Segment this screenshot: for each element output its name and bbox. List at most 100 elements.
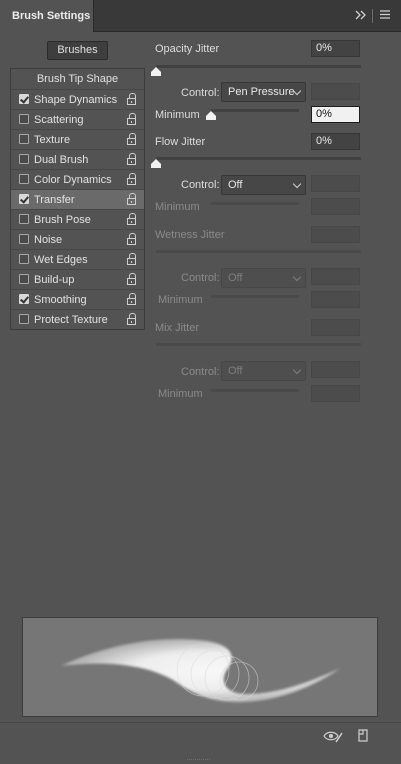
new-document-icon[interactable] xyxy=(357,729,369,745)
checkbox[interactable] xyxy=(19,314,29,324)
sidebar-item-build-up[interactable]: Build-up xyxy=(11,269,144,290)
mix-control-extra-field xyxy=(311,361,360,378)
mix-control-label: Control: xyxy=(181,366,220,378)
flow-control-label: Control: xyxy=(181,179,220,191)
opacity-jitter-slider[interactable] xyxy=(156,65,361,68)
flow-control-select[interactable]: Off xyxy=(221,175,306,195)
sidebar-item-transfer[interactable]: Transfer xyxy=(11,189,144,210)
mix-control-select: Off xyxy=(221,361,306,381)
wetness-jitter-label: Wetness Jitter xyxy=(155,229,225,241)
flow-jitter-slider-thumb[interactable] xyxy=(151,159,161,168)
lock-icon[interactable] xyxy=(127,293,138,306)
wetness-minimum-slider xyxy=(211,295,299,298)
mix-control-value: Off xyxy=(228,365,243,377)
wetness-control-value: Off xyxy=(228,272,243,284)
flow-jitter-slider[interactable] xyxy=(156,157,361,160)
flow-jitter-label: Flow Jitter xyxy=(155,136,206,148)
opacity-minimum-slider[interactable] xyxy=(211,109,299,112)
lock-icon[interactable] xyxy=(127,253,138,266)
checkbox[interactable] xyxy=(19,114,29,124)
mix-jitter-field xyxy=(311,319,360,336)
lock-icon[interactable] xyxy=(127,213,138,226)
sidebar-item-wet-edges[interactable]: Wet Edges xyxy=(11,249,144,270)
opacity-jitter-label: Opacity Jitter xyxy=(155,43,220,55)
sidebar-item-scattering[interactable]: Scattering xyxy=(11,109,144,130)
flow-control-value: Off xyxy=(228,179,243,191)
brush-stroke-preview xyxy=(22,617,378,717)
sidebar-item-shape-dynamics[interactable]: Shape Dynamics xyxy=(11,89,144,110)
lock-icon[interactable] xyxy=(127,153,138,166)
mix-jitter-label: Mix Jitter xyxy=(155,322,199,334)
sidebar-item-label: Scattering xyxy=(34,114,84,126)
checkbox[interactable] xyxy=(19,274,29,284)
wetness-control-label: Control: xyxy=(181,272,220,284)
sidebar-item-label: Shape Dynamics xyxy=(34,94,118,106)
lock-icon[interactable] xyxy=(127,193,138,206)
checkbox[interactable] xyxy=(19,254,29,264)
opacity-jitter-slider-thumb[interactable] xyxy=(151,67,161,76)
sidebar-item-label: Smoothing xyxy=(34,294,87,306)
lock-icon[interactable] xyxy=(127,133,138,146)
opacity-jitter-field[interactable]: 0% xyxy=(311,40,360,57)
sidebar-item-label: Color Dynamics xyxy=(34,174,112,186)
chevron-down-icon xyxy=(292,272,302,282)
eye-brush-icon[interactable] xyxy=(323,729,343,746)
checkbox[interactable] xyxy=(19,214,29,224)
mix-minimum-label: Minimum xyxy=(158,388,203,400)
sidebar-item-label: Protect Texture xyxy=(34,314,108,326)
brushes-button[interactable]: Brushes xyxy=(47,41,108,60)
sidebar-item-label: Texture xyxy=(34,134,71,146)
opacity-minimum-label: Minimum xyxy=(155,109,200,121)
brush-settings-list: Brush Tip Shape Shape Dynamics Scattering… xyxy=(10,68,145,330)
brush-stroke-image xyxy=(61,639,341,703)
sidebar-item-dual-brush[interactable]: Dual Brush xyxy=(11,149,144,170)
opacity-minimum-slider-thumb[interactable] xyxy=(206,111,216,120)
lock-icon[interactable] xyxy=(127,313,138,326)
lock-icon[interactable] xyxy=(127,233,138,246)
tab-brush-settings[interactable]: Brush Settings xyxy=(0,0,94,32)
sidebar-item-label: Build-up xyxy=(34,274,75,286)
sidebar-item-color-dynamics[interactable]: Color Dynamics xyxy=(11,169,144,190)
sidebar-item-protect-texture[interactable]: Protect Texture xyxy=(11,309,144,330)
lock-icon[interactable] xyxy=(127,113,138,126)
opacity-control-label: Control: xyxy=(181,87,220,99)
wetness-minimum-label: Minimum xyxy=(158,294,203,306)
lock-icon[interactable] xyxy=(127,273,138,286)
sidebar-item-brush-tip-shape[interactable]: Brush Tip Shape xyxy=(11,69,144,89)
chevron-down-icon xyxy=(292,179,302,189)
sidebar-item-smoothing[interactable]: Smoothing xyxy=(11,289,144,310)
hamburger-menu-icon[interactable] xyxy=(380,10,390,22)
checkbox[interactable] xyxy=(19,234,29,244)
sidebar-item-texture[interactable]: Texture xyxy=(11,129,144,150)
mix-jitter-slider xyxy=(156,343,361,346)
flow-minimum-label: Minimum xyxy=(155,201,200,213)
sidebar-item-brush-pose[interactable]: Brush Pose xyxy=(11,209,144,230)
sidebar-item-label: Wet Edges xyxy=(34,254,88,266)
flow-jitter-field[interactable]: 0% xyxy=(311,133,360,150)
checkbox[interactable] xyxy=(19,134,29,144)
mix-minimum-field xyxy=(311,385,360,402)
checkbox[interactable] xyxy=(19,194,29,204)
opacity-minimum-field[interactable]: 0% xyxy=(311,106,360,123)
sidebar-item-noise[interactable]: Noise xyxy=(11,229,144,250)
checkbox[interactable] xyxy=(19,174,29,184)
tab-title: Brush Settings xyxy=(12,10,91,22)
opacity-control-select[interactable]: Pen Pressure xyxy=(221,82,306,102)
lock-icon[interactable] xyxy=(127,93,138,106)
sidebar-item-label: Transfer xyxy=(34,194,75,206)
resize-grip[interactable] xyxy=(187,752,211,760)
checkbox[interactable] xyxy=(19,94,29,104)
mix-minimum-slider xyxy=(211,389,299,392)
header-divider xyxy=(372,9,373,23)
sidebar-item-label: Noise xyxy=(34,234,63,246)
wetness-control-select: Off xyxy=(221,268,306,288)
sidebar-item-label: Brush Pose xyxy=(34,214,91,226)
sidebar-item-label: Dual Brush xyxy=(34,154,89,166)
checkbox[interactable] xyxy=(19,154,29,164)
checkbox[interactable] xyxy=(19,294,29,304)
lock-icon[interactable] xyxy=(127,173,138,186)
flow-minimum-slider xyxy=(211,202,299,205)
chevron-down-icon xyxy=(292,365,302,375)
double-chevron-right-icon[interactable] xyxy=(355,9,367,23)
opacity-control-extra-field xyxy=(311,83,360,100)
